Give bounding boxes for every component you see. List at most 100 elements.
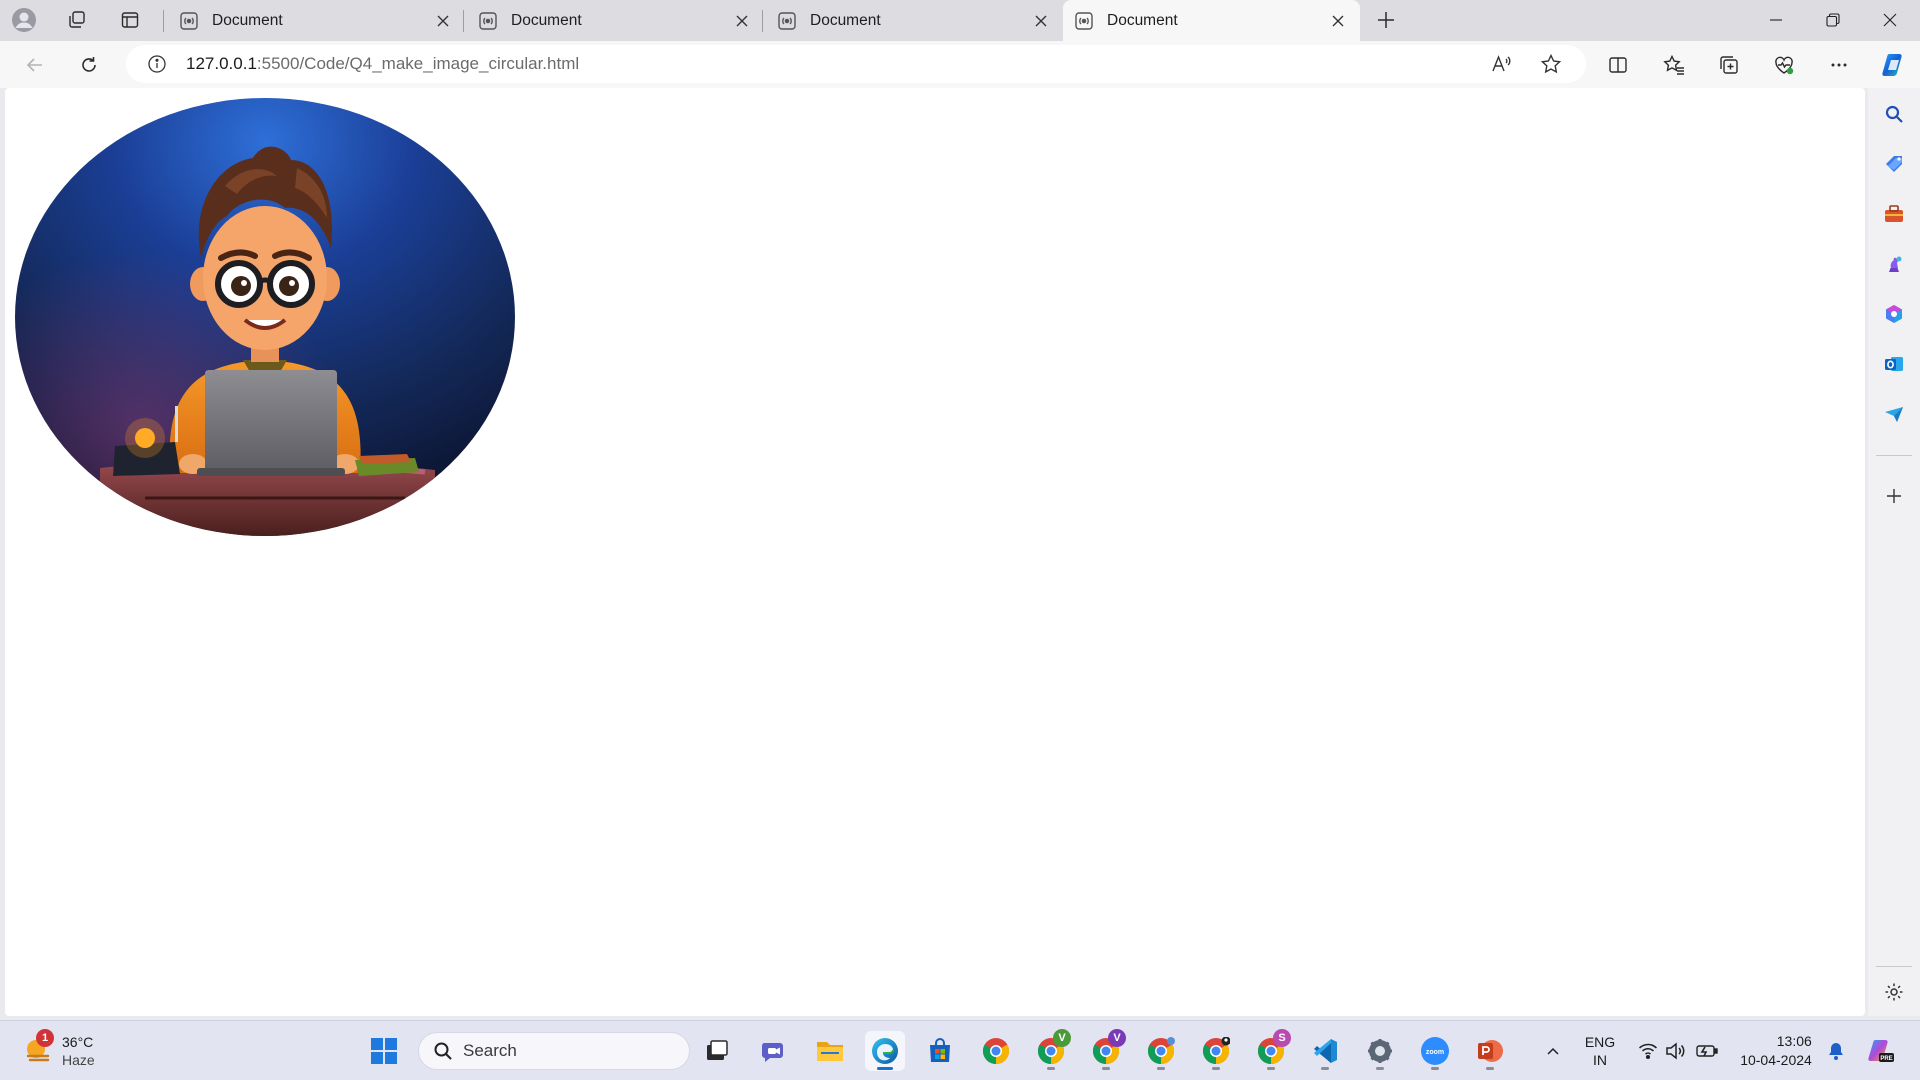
vertical-tabs-icon[interactable] — [114, 4, 146, 36]
close-tab-icon[interactable] — [732, 11, 752, 31]
favorites-icon[interactable] — [1657, 48, 1691, 82]
chrome-icon[interactable] — [976, 1031, 1016, 1071]
chrome-profile-s-icon[interactable]: S — [1251, 1029, 1291, 1071]
volume-icon[interactable] — [1663, 1021, 1687, 1080]
profile-badge: S — [1273, 1029, 1291, 1047]
workspaces-icon[interactable] — [61, 4, 93, 36]
back-arrow-icon[interactable] — [18, 48, 52, 82]
profile-badge: V — [1053, 1029, 1071, 1047]
clock[interactable]: 13:06 10-04-2024 — [1728, 1021, 1824, 1080]
running-indicator — [1157, 1067, 1165, 1070]
tab-title: Document — [810, 11, 881, 29]
zoom-icon[interactable]: zoom — [1415, 1031, 1455, 1071]
chrome-profile-person-icon[interactable] — [1141, 1031, 1181, 1071]
address-bar[interactable]: 127.0.0.1:5500/Code/Q4_make_image_circul… — [126, 45, 1586, 83]
add-favorite-star-icon[interactable] — [1540, 53, 1562, 78]
weather-condition: Haze — [62, 1052, 95, 1068]
microsoft-store-icon[interactable] — [920, 1031, 960, 1071]
url-host: 127.0.0.1 — [186, 54, 257, 73]
cartoon-developer-with-laptop-image — [15, 98, 515, 536]
new-tab-icon[interactable] — [1370, 4, 1402, 36]
edge-browser-icon[interactable] — [865, 1031, 905, 1071]
broadcast-favicon-icon — [778, 11, 796, 30]
tab-strip: Document Document Document Document — [0, 0, 1920, 41]
refresh-icon[interactable] — [72, 48, 106, 82]
restore-icon[interactable] — [1805, 0, 1861, 40]
running-indicator — [1431, 1067, 1439, 1070]
chrome-profile-avatar-icon[interactable] — [1196, 1031, 1236, 1071]
close-tab-icon[interactable] — [1328, 11, 1348, 31]
copilot-icon[interactable] — [1877, 48, 1911, 82]
browser-essentials-heart-icon[interactable] — [1767, 48, 1801, 82]
profile-badge: V — [1108, 1029, 1126, 1047]
vscode-icon[interactable] — [1305, 1031, 1345, 1071]
tab-document-2[interactable]: Document — [467, 0, 764, 41]
running-indicator — [1102, 1067, 1110, 1070]
teams-chat-icon[interactable] — [754, 1031, 794, 1071]
search-icon — [433, 1041, 453, 1061]
file-explorer-icon[interactable] — [810, 1031, 850, 1071]
search-icon[interactable] — [1878, 98, 1910, 130]
close-tab-icon[interactable] — [1031, 11, 1051, 31]
weather-temp: 36°C — [62, 1034, 94, 1050]
clock-date: 10-04-2024 — [1740, 1052, 1812, 1068]
sidebar-settings-gear-icon[interactable] — [1878, 976, 1910, 1008]
tab-separator — [163, 10, 164, 32]
weather-text: 36°C Haze — [62, 1033, 95, 1069]
minimize-icon[interactable] — [1748, 0, 1804, 40]
weather-alert-badge: 1 — [36, 1029, 54, 1047]
task-view-icon[interactable] — [697, 1031, 737, 1071]
tab-title: Document — [511, 11, 582, 29]
windows-taskbar: 1 36°C Haze Search V V S zoom ENG IN 13:… — [0, 1020, 1920, 1080]
outlook-icon[interactable] — [1878, 348, 1910, 380]
taskbar-search-box[interactable]: Search — [418, 1032, 690, 1070]
edge-sidebar — [1868, 88, 1920, 1016]
running-indicator — [1321, 1067, 1329, 1070]
browser-toolbar: 127.0.0.1:5500/Code/Q4_make_image_circul… — [0, 41, 1920, 88]
tools-briefcase-icon[interactable] — [1878, 198, 1910, 230]
sun-haze-icon: 1 — [22, 1029, 54, 1067]
tab-separator — [463, 10, 464, 32]
notification-bell-icon[interactable] — [1824, 1021, 1848, 1080]
games-chess-icon[interactable] — [1878, 248, 1910, 280]
tab-separator — [762, 10, 763, 32]
chrome-profile-v2-icon[interactable]: V — [1086, 1029, 1126, 1071]
tab-document-3[interactable]: Document — [766, 0, 1063, 41]
shopping-tag-icon[interactable] — [1878, 148, 1910, 180]
search-label: Search — [463, 1041, 517, 1060]
running-indicator — [1376, 1067, 1384, 1070]
start-windows-icon[interactable] — [364, 1031, 404, 1071]
show-hidden-icons-chevron-icon[interactable] — [1540, 1021, 1566, 1080]
tab-document-active[interactable]: Document — [1063, 0, 1360, 41]
language-region: IN — [1593, 1052, 1607, 1068]
chrome-profile-v-icon[interactable]: V — [1031, 1029, 1071, 1071]
broadcast-favicon-icon — [1075, 11, 1093, 30]
add-sidebar-app-icon[interactable] — [1878, 480, 1910, 512]
url-text[interactable]: 127.0.0.1:5500/Code/Q4_make_image_circul… — [186, 54, 579, 74]
sidebar-divider — [1876, 455, 1912, 456]
weather-widget[interactable]: 1 36°C Haze — [22, 1029, 95, 1073]
close-tab-icon[interactable] — [433, 11, 453, 31]
broadcast-favicon-icon — [479, 11, 497, 30]
broadcast-favicon-icon — [180, 11, 198, 30]
tab-title: Document — [1107, 11, 1178, 29]
more-options-icon[interactable] — [1822, 48, 1856, 82]
split-screen-icon[interactable] — [1601, 48, 1635, 82]
powerpoint-icon[interactable] — [1470, 1031, 1510, 1071]
battery-charging-icon[interactable] — [1693, 1021, 1721, 1080]
copilot-preview-icon[interactable]: PRE — [1862, 1021, 1898, 1080]
language-indicator[interactable]: ENG IN — [1578, 1021, 1622, 1080]
site-info-icon[interactable] — [146, 53, 168, 75]
tab-document-1[interactable]: Document — [168, 0, 465, 41]
profile-icon[interactable] — [8, 4, 40, 36]
microsoft-365-icon[interactable] — [1878, 298, 1910, 330]
running-indicator — [1047, 1067, 1055, 1070]
read-aloud-icon[interactable] — [1490, 53, 1512, 78]
wifi-icon[interactable] — [1636, 1021, 1660, 1080]
collections-icon[interactable] — [1712, 48, 1746, 82]
settings-gear-icon[interactable] — [1360, 1031, 1400, 1071]
running-indicator — [1486, 1067, 1494, 1070]
drop-send-icon[interactable] — [1878, 398, 1910, 430]
sidebar-divider — [1876, 966, 1912, 967]
close-window-icon[interactable] — [1862, 0, 1918, 40]
